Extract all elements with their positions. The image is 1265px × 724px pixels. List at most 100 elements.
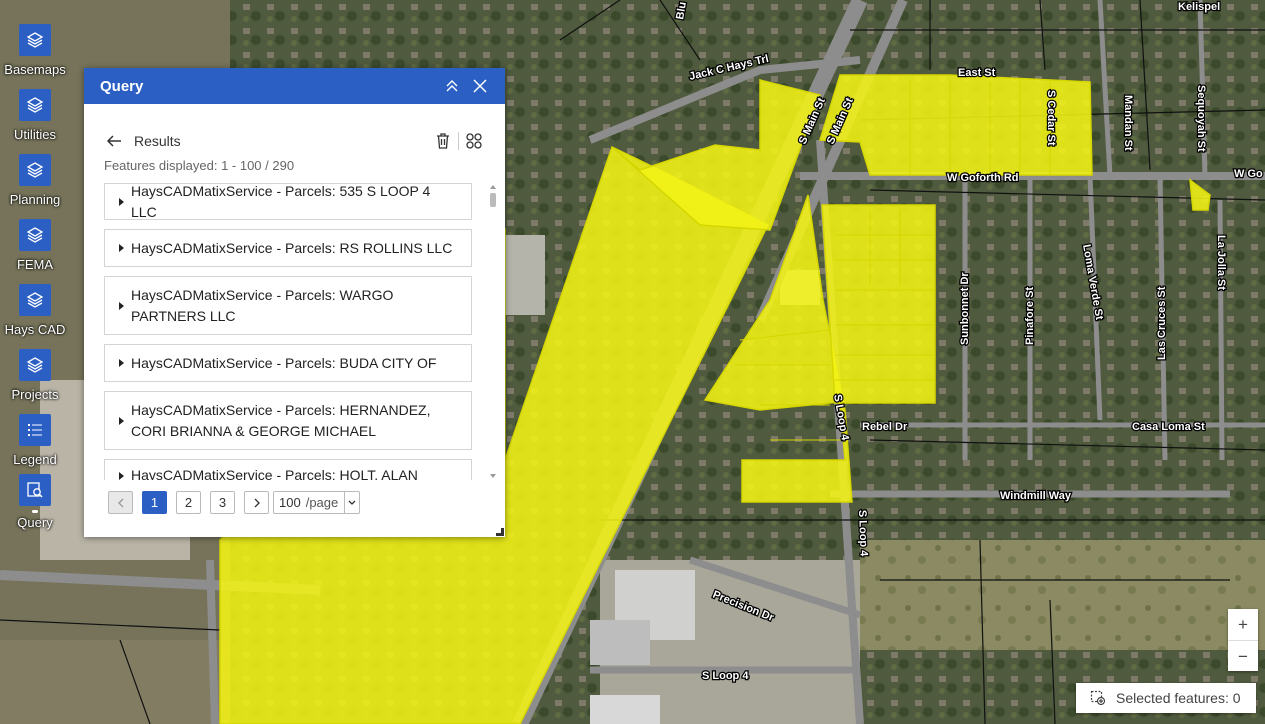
fema-tool[interactable]: FEMA xyxy=(0,219,70,272)
results-list[interactable]: HaysCADMatixService - Parcels: 535 S LOO… xyxy=(104,183,474,480)
prev-page-button[interactable] xyxy=(108,491,133,514)
road-label: East St xyxy=(958,67,996,79)
projects-tool[interactable]: Projects xyxy=(0,349,70,402)
planning-tool[interactable]: Planning xyxy=(0,154,70,207)
query-tool[interactable]: Query xyxy=(0,474,70,530)
resize-handle[interactable] xyxy=(496,528,504,536)
road-label: Kelispel xyxy=(1178,1,1220,13)
query-panel: Query Results Features displayed: 1 - 10… xyxy=(84,68,505,537)
expand-triangle-icon xyxy=(119,301,124,310)
layers-icon xyxy=(19,284,51,316)
result-item[interactable]: HaysCADMatixService - Parcels: 535 S LOO… xyxy=(104,183,472,220)
results-header: Results xyxy=(104,130,485,152)
scroll-thumb[interactable] xyxy=(490,193,496,207)
road-label: W Go xyxy=(1234,168,1263,180)
legend-label: Legend xyxy=(13,452,57,467)
scroll-down-icon xyxy=(490,474,496,478)
road-label: La Jolla St xyxy=(1215,235,1227,290)
query-icon xyxy=(19,474,51,506)
legend-tool[interactable]: Legend xyxy=(0,414,70,467)
result-item[interactable]: HaysCADMatixService - Parcels: HERNANDEZ… xyxy=(104,391,472,450)
layers-icon xyxy=(19,349,51,381)
layers-icon xyxy=(19,89,51,121)
result-item-label: HaysCADMatixService - Parcels: RS ROLLIN… xyxy=(131,239,453,256)
back-button[interactable] xyxy=(104,131,124,151)
result-item[interactable]: HaysCADMatixService - Parcels: RS ROLLIN… xyxy=(104,229,472,267)
road-label: W Goforth Rd xyxy=(947,172,1018,184)
features-count: Features displayed: 1 - 100 / 290 xyxy=(104,158,295,173)
road-label: Pinafore St xyxy=(1024,287,1036,345)
options-button[interactable] xyxy=(463,130,485,152)
road-label: Sunbonnet Dr xyxy=(959,272,971,345)
basemaps-tool[interactable]: Basemaps xyxy=(0,24,70,77)
scroll-up-icon xyxy=(490,185,496,189)
expand-triangle-icon xyxy=(119,416,124,425)
page-size-unit: /page xyxy=(305,495,339,510)
result-item[interactable]: HaysCADMatixService - Parcels: HOLT, ALA… xyxy=(104,459,472,480)
result-item-label: HaysCADMatixService - Parcels: HERNANDEZ… xyxy=(131,401,431,439)
chevron-left-icon xyxy=(117,498,123,507)
panel-header: Query xyxy=(84,68,505,104)
result-item[interactable]: HaysCADMatixService - Parcels: WARGO PAR… xyxy=(104,276,472,335)
road-label: Casa Loma St xyxy=(1132,421,1205,433)
road-label: S Cedar St xyxy=(1045,90,1057,146)
zoom-in-button[interactable]: + xyxy=(1228,609,1258,640)
expand-triangle-icon xyxy=(119,244,124,252)
road-label: S Loop 4 xyxy=(702,670,749,682)
zoom-control: + − xyxy=(1228,609,1258,671)
selected-features-button[interactable]: Selected features: 0 xyxy=(1076,683,1256,713)
expand-triangle-icon xyxy=(119,197,124,206)
close-button[interactable] xyxy=(467,73,493,99)
fema-label: FEMA xyxy=(16,257,54,272)
chevron-down-icon xyxy=(344,492,359,513)
utilities-tool[interactable]: Utilities xyxy=(0,89,70,142)
hays-cad-tool[interactable]: Hays CAD xyxy=(0,284,70,337)
basemaps-label: Basemaps xyxy=(4,62,66,77)
legend-icon xyxy=(19,414,51,446)
expand-triangle-icon xyxy=(119,472,124,480)
close-icon xyxy=(473,79,487,93)
page-size-value: 100 xyxy=(279,495,301,510)
grid-circles-icon xyxy=(466,133,482,149)
layers-icon xyxy=(19,24,51,56)
panel-title: Query xyxy=(100,77,144,95)
layers-icon xyxy=(19,154,51,186)
page-2-button[interactable]: 2 xyxy=(176,491,201,514)
arrow-left-icon xyxy=(106,135,121,147)
query-label: Query xyxy=(17,515,53,530)
expand-triangle-icon xyxy=(119,359,124,367)
page-3-button[interactable]: 3 xyxy=(210,491,235,514)
selected-features-label: Selected features: 0 xyxy=(1116,690,1241,706)
collapse-button[interactable] xyxy=(439,73,465,99)
road-label: S Loop 4 xyxy=(856,510,870,558)
planning-label: Planning xyxy=(9,192,61,207)
result-item-label: HaysCADMatixService - Parcels: WARGO PAR… xyxy=(131,286,394,324)
next-page-button[interactable] xyxy=(244,491,269,514)
road-label: Las Cruces St xyxy=(1156,286,1168,360)
clear-results-button[interactable] xyxy=(432,130,454,152)
double-chevron-up-icon xyxy=(446,80,458,92)
projects-label: Projects xyxy=(11,387,59,402)
road-label: Mandan St xyxy=(1122,95,1134,151)
road-label: Windmill Way xyxy=(1000,490,1072,502)
active-indicator xyxy=(32,510,38,513)
result-item-label: HaysCADMatixService - Parcels: HOLT, ALA… xyxy=(131,467,418,480)
select-icon xyxy=(1088,688,1108,708)
result-item-label: HaysCADMatixService - Parcels: 535 S LOO… xyxy=(131,183,431,220)
trash-icon xyxy=(437,133,449,149)
utilities-label: Utilities xyxy=(14,127,56,142)
page-1-button[interactable]: 1 xyxy=(142,491,167,514)
layers-icon xyxy=(19,219,51,251)
chevron-right-icon xyxy=(254,498,260,507)
hays-cad-label: Hays CAD xyxy=(4,322,66,337)
road-label: Rebel Dr xyxy=(862,421,908,433)
zoom-out-button[interactable]: − xyxy=(1228,641,1258,672)
result-item[interactable]: HaysCADMatixService - Parcels: BUDA CITY… xyxy=(104,344,472,382)
page-size-select[interactable]: 100 /page xyxy=(273,491,361,514)
road-label: Sequoyah St xyxy=(1195,85,1207,152)
results-scrollbar[interactable] xyxy=(489,183,497,480)
results-title: Results xyxy=(134,133,181,149)
divider xyxy=(458,132,459,150)
result-item-label: HaysCADMatixService - Parcels: BUDA CITY… xyxy=(131,354,437,371)
pagination: 1 2 3 100 /page xyxy=(108,491,361,514)
